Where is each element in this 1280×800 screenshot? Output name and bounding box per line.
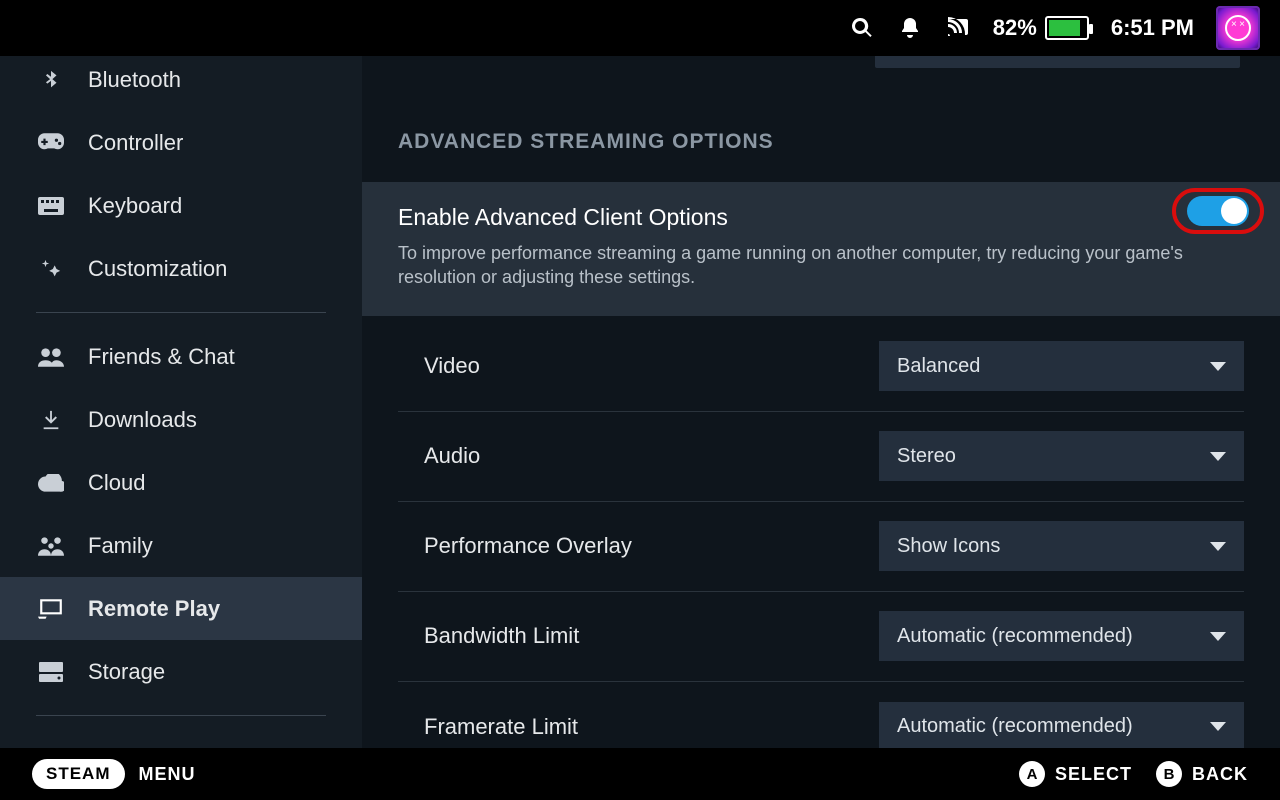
select-performance-overlay[interactable]: Show Icons xyxy=(879,521,1244,571)
select-framerate-limit[interactable]: Automatic (recommended) xyxy=(879,702,1244,748)
row-audio: Audio Stereo xyxy=(398,412,1244,502)
advanced-desc: To improve performance streaming a game … xyxy=(398,241,1218,290)
a-button-icon: A xyxy=(1019,761,1045,787)
sidebar-item-label: Controller xyxy=(88,130,183,156)
sidebar-divider xyxy=(36,715,326,716)
footer-back-hint: B BACK xyxy=(1156,761,1248,787)
chevron-down-icon xyxy=(1210,542,1226,551)
sidebar-divider xyxy=(36,312,326,313)
select-value: Stereo xyxy=(897,445,956,468)
sidebar-item-controller[interactable]: Controller xyxy=(0,111,362,174)
chevron-down-icon xyxy=(1210,362,1226,371)
sidebar-item-label: Bluetooth xyxy=(88,67,181,93)
select-video[interactable]: Balanced xyxy=(879,341,1244,391)
bell-icon[interactable] xyxy=(897,15,923,41)
friends-icon xyxy=(36,347,66,367)
sidebar-item-label: Remote Play xyxy=(88,596,220,622)
sidebar-item-downloads[interactable]: Downloads xyxy=(0,388,362,451)
sidebar-item-customization[interactable]: Customization xyxy=(0,237,362,300)
select-value: Automatic (recommended) xyxy=(897,625,1133,648)
select-value: Automatic (recommended) xyxy=(897,715,1133,738)
controller-icon xyxy=(36,133,66,153)
battery-icon xyxy=(1045,16,1089,40)
sidebar-item-label: Storage xyxy=(88,659,165,685)
b-button-icon: B xyxy=(1156,761,1182,787)
sidebar-item-label: Keyboard xyxy=(88,193,182,219)
row-performance-overlay: Performance Overlay Show Icons xyxy=(398,502,1244,592)
advanced-title: Enable Advanced Client Options xyxy=(398,204,1244,231)
sidebar-item-label: Family xyxy=(88,533,153,559)
sidebar-item-friends[interactable]: Friends & Chat xyxy=(0,325,362,388)
select-value: Show Icons xyxy=(897,535,1000,558)
settings-sidebar: Bluetooth Controller Keyboard Customizat… xyxy=(0,56,362,748)
remote-play-icon xyxy=(36,599,66,619)
back-label: BACK xyxy=(1192,764,1248,785)
sidebar-item-label: Downloads xyxy=(88,407,197,433)
sidebar-item-family[interactable]: Family xyxy=(0,514,362,577)
search-icon[interactable] xyxy=(849,15,875,41)
enable-advanced-panel: Enable Advanced Client Options To improv… xyxy=(362,182,1280,316)
avatar[interactable] xyxy=(1216,6,1260,50)
sidebar-item-remote-play[interactable]: Remote Play xyxy=(0,577,362,640)
annotation-circle xyxy=(1172,188,1264,234)
sidebar-item-label: Friends & Chat xyxy=(88,344,235,370)
download-icon xyxy=(36,409,66,431)
previous-select-partial xyxy=(875,56,1240,68)
cast-icon[interactable] xyxy=(945,15,971,41)
row-label: Performance Overlay xyxy=(398,533,632,559)
advanced-toggle[interactable] xyxy=(1187,196,1249,226)
sparkle-icon xyxy=(36,258,66,280)
sidebar-item-cloud[interactable]: Cloud xyxy=(0,451,362,514)
row-label: Audio xyxy=(398,443,480,469)
bluetooth-icon xyxy=(36,69,66,91)
cloud-icon xyxy=(36,474,66,492)
chevron-down-icon xyxy=(1210,452,1226,461)
clock: 6:51 PM xyxy=(1111,15,1194,41)
sidebar-item-keyboard[interactable]: Keyboard xyxy=(0,174,362,237)
select-label: SELECT xyxy=(1055,764,1132,785)
storage-icon xyxy=(36,662,66,682)
settings-content: ADVANCED STREAMING OPTIONS Enable Advanc… xyxy=(362,56,1280,748)
keyboard-icon xyxy=(36,197,66,215)
sidebar-item-label: Cloud xyxy=(88,470,145,496)
steam-button[interactable]: STEAM xyxy=(32,759,125,789)
row-label: Video xyxy=(398,353,480,379)
row-framerate-limit: Framerate Limit Automatic (recommended) xyxy=(398,682,1244,748)
row-label: Framerate Limit xyxy=(398,714,578,740)
sidebar-item-bluetooth[interactable]: Bluetooth xyxy=(0,56,362,111)
battery-indicator: 82% xyxy=(993,15,1089,41)
chevron-down-icon xyxy=(1210,722,1226,731)
battery-percent: 82% xyxy=(993,15,1037,41)
status-bar: 82% 6:51 PM xyxy=(0,0,1280,56)
row-label: Bandwidth Limit xyxy=(398,623,579,649)
family-icon xyxy=(36,536,66,556)
select-bandwidth-limit[interactable]: Automatic (recommended) xyxy=(879,611,1244,661)
row-bandwidth-limit: Bandwidth Limit Automatic (recommended) xyxy=(398,592,1244,682)
section-title: ADVANCED STREAMING OPTIONS xyxy=(362,86,1280,182)
sidebar-item-storage[interactable]: Storage xyxy=(0,640,362,703)
select-audio[interactable]: Stereo xyxy=(879,431,1244,481)
sidebar-item-label: Customization xyxy=(88,256,227,282)
chevron-down-icon xyxy=(1210,632,1226,641)
menu-label: MENU xyxy=(139,764,196,785)
footer-select-hint: A SELECT xyxy=(1019,761,1132,787)
select-value: Balanced xyxy=(897,355,980,378)
footer-bar: STEAM MENU A SELECT B BACK xyxy=(0,748,1280,800)
row-video: Video Balanced xyxy=(398,322,1244,412)
